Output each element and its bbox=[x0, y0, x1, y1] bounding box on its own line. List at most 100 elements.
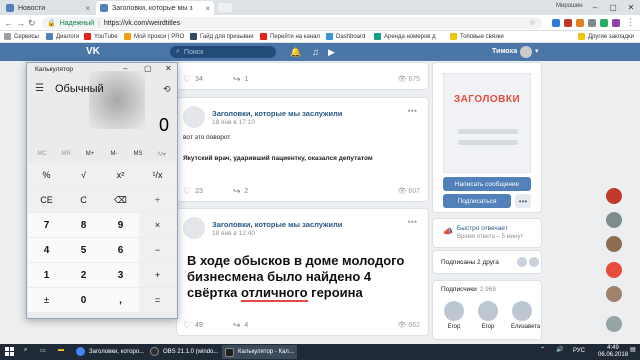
system-clock[interactable]: 4:49 06.06.2018 bbox=[598, 345, 628, 359]
percent-key[interactable]: % bbox=[28, 163, 65, 187]
vk-user-name[interactable]: Тимоха bbox=[492, 48, 517, 55]
windows-start-icon[interactable] bbox=[5, 347, 15, 357]
more-options-icon[interactable]: ••• bbox=[408, 106, 417, 116]
group-cover-image[interactable]: ЗАГОЛОВКИ bbox=[443, 73, 531, 173]
taskbar-item-chrome[interactable]: Заголовки, которо... bbox=[76, 347, 144, 356]
share-button[interactable]: ↪ 1 bbox=[233, 74, 248, 85]
floating-chat-avatar[interactable] bbox=[606, 212, 622, 228]
language-indicator[interactable]: РУС bbox=[573, 348, 585, 354]
fast-reply-title[interactable]: Быстро отвечает bbox=[457, 225, 508, 232]
bookmark-proxy[interactable]: Мой прокси | PRO bbox=[124, 33, 184, 40]
digit-5-key[interactable]: 5 bbox=[65, 238, 102, 262]
play-icon[interactable]: ▶ bbox=[328, 47, 335, 58]
bookmark-channel[interactable]: Перейти на канал bbox=[260, 33, 320, 40]
digit-8-key[interactable]: 8 bbox=[65, 213, 102, 237]
bookmark-dialogs[interactable]: Диалоги bbox=[46, 33, 79, 40]
minimize-icon[interactable]: – bbox=[586, 0, 604, 15]
subtract-key[interactable]: − bbox=[139, 238, 176, 262]
bookmark-star-icon[interactable]: ☆ bbox=[529, 18, 536, 27]
extension-icon[interactable] bbox=[612, 19, 620, 27]
like-button[interactable]: ♡ 49 bbox=[183, 320, 203, 331]
share-button[interactable]: ↪ 4 bbox=[233, 320, 248, 331]
close-tab-icon[interactable]: × bbox=[85, 4, 90, 13]
music-icon[interactable]: ♫ bbox=[312, 47, 319, 57]
group-name-link[interactable]: Заголовки, которые мы заслужили bbox=[212, 220, 342, 229]
send-message-button[interactable]: Написать сообщение bbox=[443, 177, 531, 191]
omnibox[interactable]: 🔒 Надежный | https://vk.com/weirdtitles … bbox=[42, 17, 542, 29]
bookmark-youtube[interactable]: YouTube bbox=[84, 33, 118, 40]
post-time[interactable]: 18 янв в 12:40 bbox=[212, 230, 255, 237]
reciprocal-key[interactable]: ¹/x bbox=[139, 163, 176, 187]
like-button[interactable]: ♡ 23 bbox=[183, 186, 203, 197]
clear-key[interactable]: C bbox=[65, 188, 102, 212]
new-tab-button[interactable] bbox=[218, 3, 232, 12]
share-button[interactable]: ↪ 2 bbox=[233, 186, 248, 197]
hamburger-menu-icon[interactable]: ☰ bbox=[35, 83, 44, 94]
equals-key[interactable]: = bbox=[139, 288, 176, 312]
taskbar-item-calculator[interactable]: Калькулятор - Кал... bbox=[222, 345, 297, 359]
close-window-icon[interactable]: ✕ bbox=[622, 0, 640, 15]
bookmark-dashboard[interactable]: Dashboard bbox=[326, 33, 365, 40]
extension-icon[interactable] bbox=[564, 19, 572, 27]
browser-profile-name[interactable]: Мирошин bbox=[556, 3, 583, 9]
backspace-key[interactable]: ⌫ bbox=[102, 188, 139, 212]
subscriber-item[interactable]: Егор bbox=[477, 301, 499, 330]
negate-key[interactable]: ± bbox=[28, 288, 65, 312]
avatar[interactable] bbox=[517, 257, 527, 267]
task-view-icon[interactable]: ▭ bbox=[40, 347, 46, 354]
digit-0-key[interactable]: 0 bbox=[65, 288, 102, 312]
avatar[interactable] bbox=[520, 46, 532, 58]
like-button[interactable]: ♡ 34 bbox=[183, 74, 203, 85]
floating-chat-avatar[interactable] bbox=[606, 188, 622, 204]
memory-list-button[interactable]: M▾ bbox=[147, 151, 177, 158]
floating-chat-avatar[interactable] bbox=[606, 316, 622, 332]
digit-1-key[interactable]: 1 bbox=[28, 263, 65, 287]
tab-weirdtitles[interactable]: Заголовки, которые мы з × bbox=[96, 1, 214, 15]
file-explorer-icon[interactable]: ▬ bbox=[58, 347, 64, 353]
history-icon[interactable]: ⟲ bbox=[163, 84, 171, 95]
group-avatar[interactable] bbox=[183, 217, 205, 239]
extension-icon[interactable] bbox=[588, 19, 596, 27]
bookmark-guide[interactable]: Гайд для призывни bbox=[190, 33, 254, 40]
bookmark-services[interactable]: Сервисы bbox=[4, 33, 39, 40]
digit-9-key[interactable]: 9 bbox=[102, 213, 139, 237]
more-options-icon[interactable]: ••• bbox=[408, 217, 417, 227]
decimal-key[interactable]: , bbox=[102, 288, 139, 312]
volume-icon[interactable]: 🔊 bbox=[556, 346, 563, 353]
bookmark-top-links[interactable]: Топовые связки bbox=[450, 33, 504, 40]
bookmark-other[interactable]: Другие закладки bbox=[578, 33, 634, 40]
chevron-down-icon[interactable]: ▾ bbox=[535, 47, 539, 55]
network-icon[interactable]: ⌃ bbox=[540, 346, 545, 353]
tab-news[interactable]: Новости × bbox=[2, 1, 94, 15]
post-time[interactable]: 18 янв в 17:10 bbox=[212, 119, 255, 126]
divide-key[interactable]: ÷ bbox=[139, 188, 176, 212]
subscriber-item[interactable]: Елизавета bbox=[511, 301, 540, 330]
maximize-icon[interactable]: ▢ bbox=[144, 64, 152, 73]
digit-3-key[interactable]: 3 bbox=[102, 263, 139, 287]
floating-chat-avatar[interactable] bbox=[606, 236, 622, 252]
square-key[interactable]: x² bbox=[102, 163, 139, 187]
vk-logo[interactable]: VK bbox=[86, 46, 106, 58]
group-avatar[interactable] bbox=[183, 106, 205, 128]
back-icon[interactable]: ← bbox=[4, 18, 13, 28]
more-actions-button[interactable]: ••• bbox=[515, 194, 531, 208]
search-icon[interactable]: ⌕ bbox=[24, 347, 27, 354]
forward-icon[interactable]: → bbox=[16, 18, 25, 28]
notifications-icon[interactable]: ▤ bbox=[630, 346, 636, 353]
friends-subscribed-label[interactable]: Подписаны 2 друга bbox=[441, 259, 499, 266]
floating-chat-avatar[interactable] bbox=[606, 262, 622, 278]
digit-6-key[interactable]: 6 bbox=[102, 238, 139, 262]
subscriber-item[interactable]: Егор bbox=[443, 301, 465, 330]
add-key[interactable]: + bbox=[139, 263, 176, 287]
digit-7-key[interactable]: 7 bbox=[28, 213, 65, 237]
vk-search-input[interactable]: ⌕ Поиск bbox=[170, 46, 276, 58]
extension-icon[interactable] bbox=[552, 19, 560, 27]
clear-entry-key[interactable]: CE bbox=[28, 188, 65, 212]
floating-chat-avatar[interactable] bbox=[606, 286, 622, 302]
avatar[interactable] bbox=[529, 257, 539, 267]
close-tab-icon[interactable]: × bbox=[205, 4, 210, 13]
browser-menu-icon[interactable]: ⋮ bbox=[626, 17, 635, 28]
friends-subscribed-block[interactable]: Подписаны 2 друга bbox=[432, 250, 542, 274]
bell-icon[interactable]: 🔔 bbox=[290, 47, 301, 58]
sqrt-key[interactable]: √ bbox=[65, 163, 102, 187]
